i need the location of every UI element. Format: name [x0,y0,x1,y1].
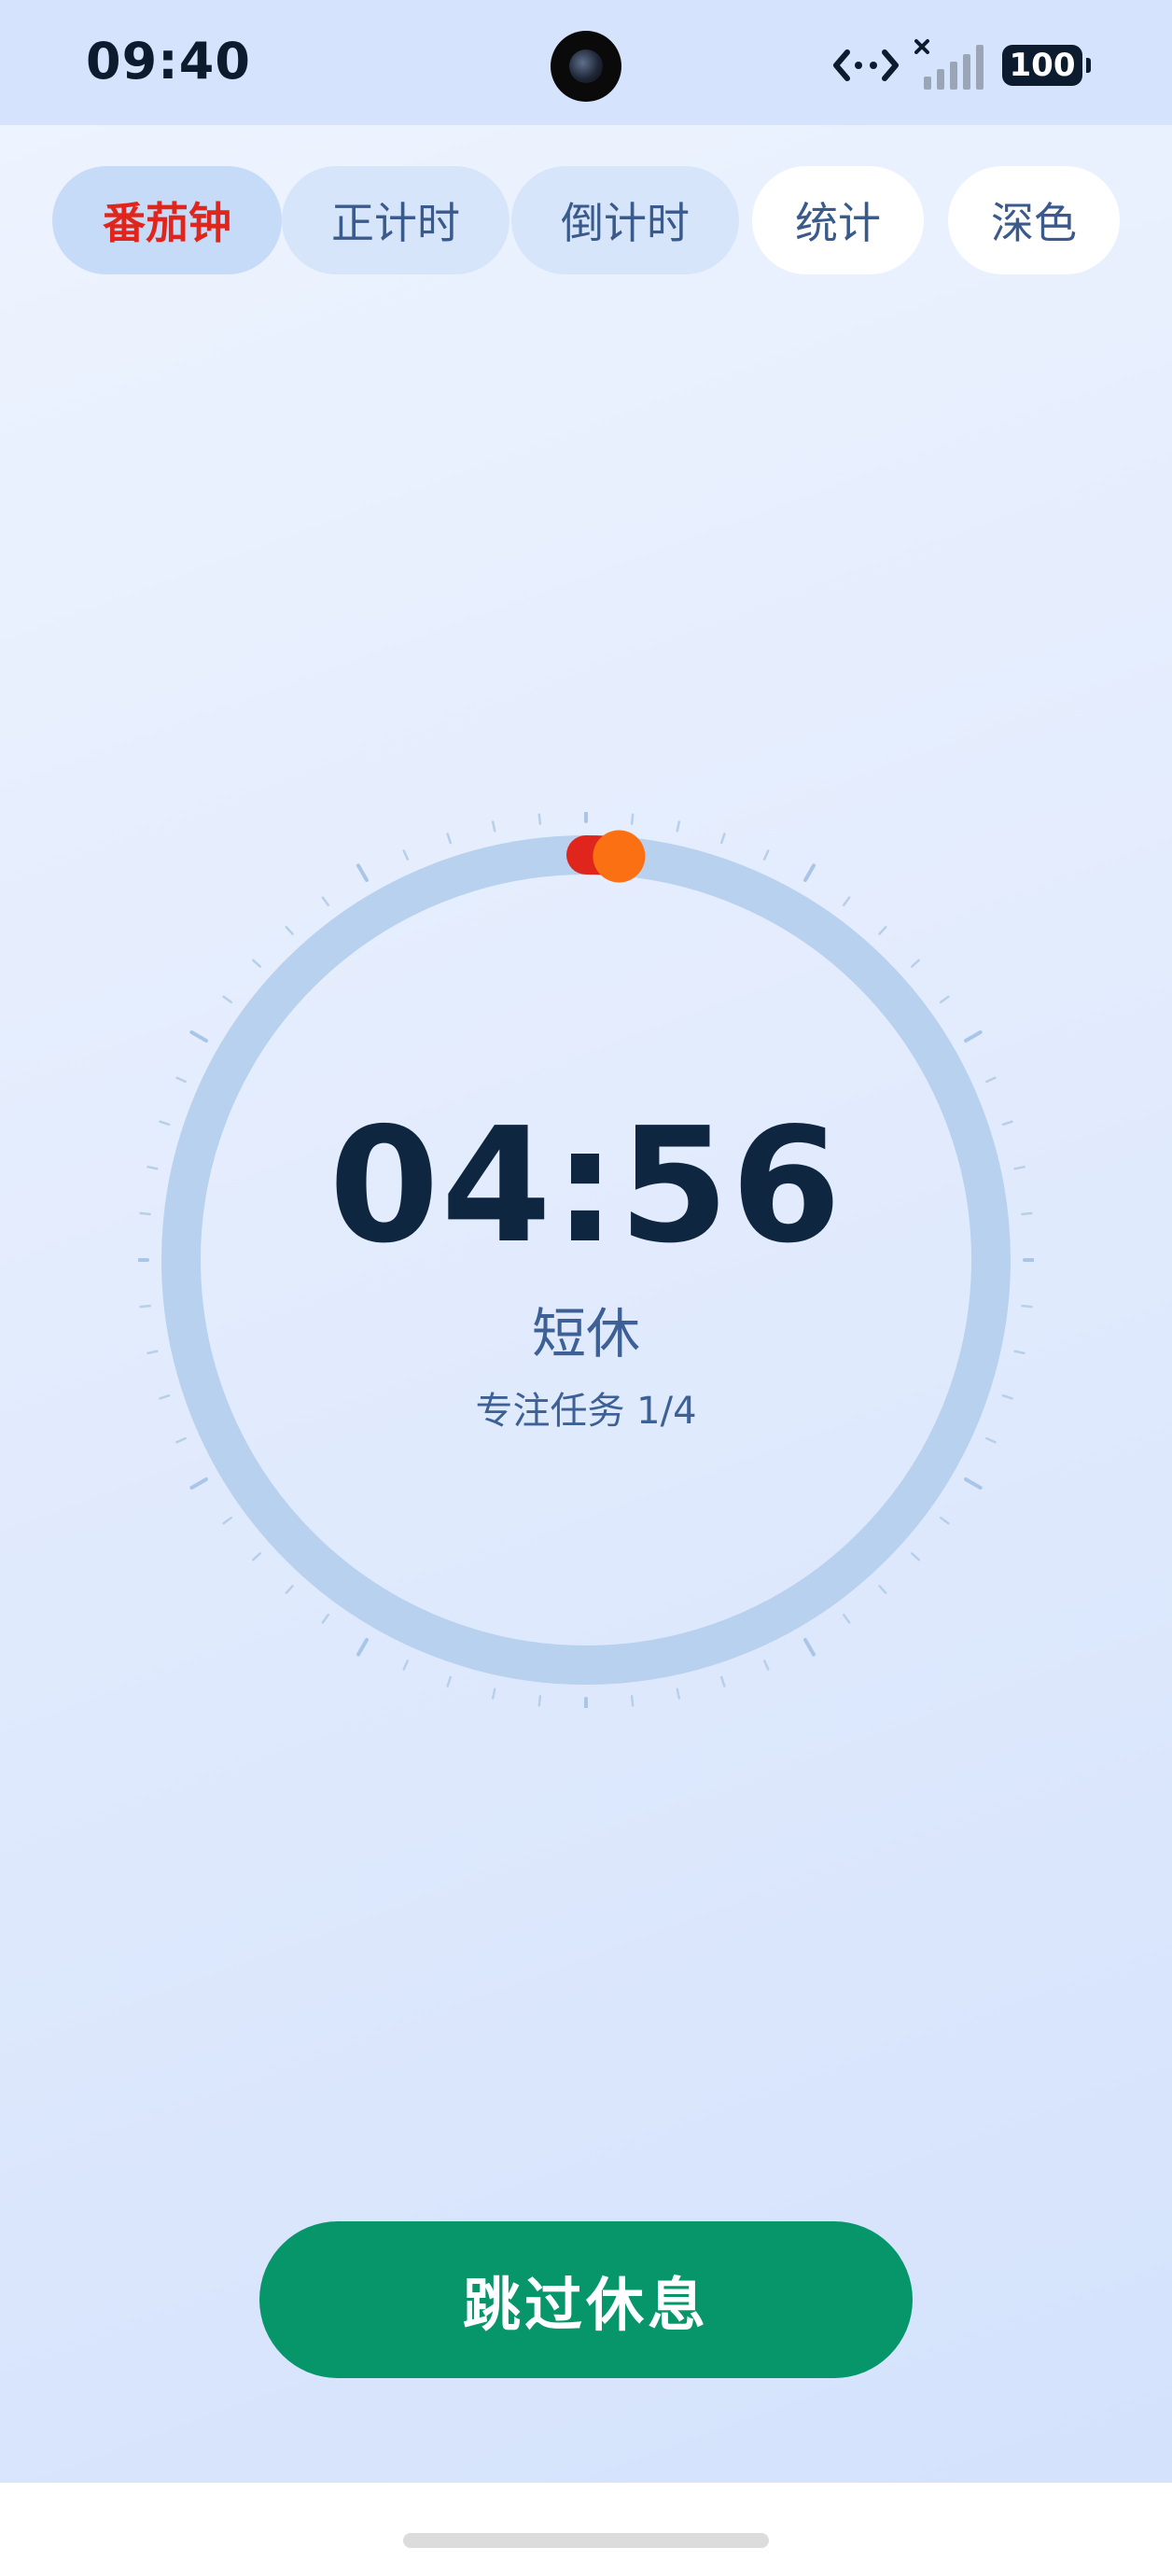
status-bar: 09:40 100 [0,0,1172,125]
signal-no-service-icon [914,39,984,90]
dial-tick [175,1436,187,1444]
dial-tick [321,896,329,907]
dial-tick [175,1076,187,1084]
dial-tick [985,1076,997,1084]
dial-tick [321,1613,329,1624]
app-screen: 09:40 100 番茄钟 正计时 倒计时 统计 深色 04:56 短休 专注任… [0,0,1172,2483]
dial-tick [985,1436,997,1444]
dial-tick [676,820,681,833]
dial-tick [356,1638,369,1657]
tab-dark-mode[interactable]: 深色 [948,166,1120,274]
dial-tick [719,1675,726,1687]
tab-pomodoro[interactable]: 番茄钟 [52,166,282,274]
status-icons: 100 [832,35,1091,95]
dial-tick [762,1659,770,1671]
mode-tabs: 番茄钟 正计时 倒计时 统计 深色 [52,166,1120,274]
dial-tick [676,1687,681,1700]
dial-tick [252,959,261,968]
status-time: 09:40 [86,32,251,91]
dial-tick [911,959,920,968]
dial-tick [843,1613,851,1624]
dial-tick [402,849,410,861]
dial-tick [803,1638,816,1657]
dial-tick [939,1517,950,1525]
dial-tick [252,1552,261,1561]
dial-tick [189,1030,208,1043]
tab-countdown[interactable]: 倒计时 [511,166,739,274]
dial-tick [446,1675,453,1687]
battery-icon: 100 [1002,45,1091,86]
dial-tick [878,1585,887,1594]
tab-statistics[interactable]: 统计 [752,166,924,274]
dial-tick [964,1477,983,1490]
dial-tick [719,833,726,845]
dial-tick [222,995,233,1003]
dial-tick [537,1695,542,1707]
dial-tick [222,1517,233,1525]
dial-tick [843,896,851,907]
dial-tick [285,1585,294,1594]
dial-tick [630,1695,635,1707]
dial-tick [189,1477,208,1490]
dial-tick [762,849,770,861]
battery-level: 100 [1009,47,1076,84]
dial-tick [402,1659,410,1671]
dial-tick [285,926,294,935]
camera-lens [569,49,603,83]
dial-tick [911,1552,920,1561]
dial-tick [939,995,950,1003]
dial-tick [446,833,453,845]
dial-tick [491,820,496,833]
dial-tick [356,863,369,882]
timer-display: 04:56 [328,1094,844,1279]
dial-tick [803,863,816,882]
home-indicator[interactable] [403,2533,769,2548]
camera-hole [551,31,621,102]
dial-tick [964,1030,983,1043]
progress-knob [593,830,646,883]
timer-mode-label: 短休 [531,1302,640,1365]
dial-tick [537,813,542,825]
tab-stopwatch[interactable]: 正计时 [282,166,509,274]
dial-tick [630,813,635,825]
skip-break-button[interactable]: 跳过休息 [259,2221,913,2378]
task-progress-label: 专注任务 1/4 [475,1390,697,1433]
dial-tick [491,1687,496,1700]
data-transfer-icon [833,49,899,81]
dial-tick [878,926,887,935]
